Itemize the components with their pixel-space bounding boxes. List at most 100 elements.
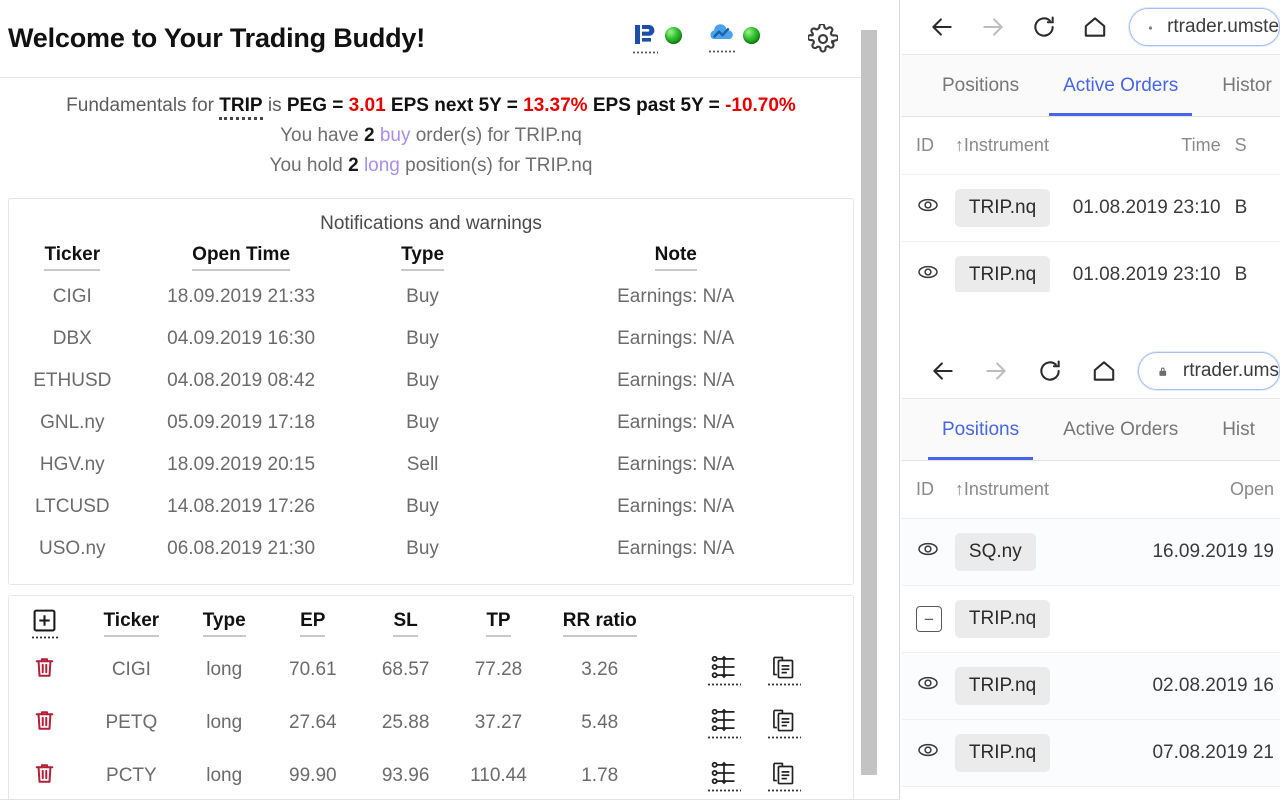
tab-active-orders-1[interactable]: Active Orders bbox=[1041, 55, 1200, 116]
tab-positions-1[interactable]: Positions bbox=[920, 55, 1041, 116]
row-expand-toggle[interactable] bbox=[902, 652, 955, 720]
delete-trade-button[interactable] bbox=[9, 749, 81, 799]
forward-button-1[interactable] bbox=[967, 7, 1018, 47]
home-button-2[interactable] bbox=[1077, 351, 1131, 391]
notification-row[interactable]: USO.ny 06.08.2019 21:30 Buy Earnings: N/A bbox=[9, 528, 853, 570]
table-row[interactable]: − TRIP.nq bbox=[902, 585, 1280, 653]
row-instrument[interactable]: TRIP.nq bbox=[954, 585, 1099, 653]
col-time-1[interactable]: Time bbox=[1068, 117, 1235, 175]
trade-sl: 68.57 bbox=[381, 658, 430, 680]
col-instrument-1[interactable]: ↑Instrument bbox=[954, 117, 1069, 175]
table-row[interactable]: TRIP.nq 07.08.2019 21 bbox=[902, 719, 1280, 787]
table-row[interactable]: TRIP.nq 01.08.2019 23:10 B bbox=[902, 241, 1280, 292]
table-row[interactable]: PETQ long 27.64 25.88 37.27 5.48 bbox=[9, 696, 853, 749]
forward-button-2[interactable] bbox=[970, 351, 1024, 391]
col-open-2[interactable]: Open bbox=[1098, 461, 1280, 519]
notification-ticker: DBX bbox=[52, 328, 92, 350]
copy-trade-button[interactable] bbox=[766, 653, 801, 687]
row-instrument[interactable]: TRIP.nq bbox=[954, 241, 1069, 292]
row-expand-toggle[interactable] bbox=[902, 174, 955, 242]
copy-underline bbox=[766, 789, 801, 793]
row-instrument[interactable]: TRIP.nq bbox=[954, 652, 1099, 720]
tab-positions-2[interactable]: Positions bbox=[920, 399, 1041, 460]
address-bar-2[interactable]: rtrader.ums bbox=[1138, 352, 1280, 390]
address-bar-1[interactable]: rtrader.umste bbox=[1129, 8, 1280, 46]
col-trade-rr[interactable]: RR ratio bbox=[545, 604, 655, 643]
tab-history-1[interactable]: Histor bbox=[1200, 55, 1280, 116]
extension-scrollbar[interactable] bbox=[861, 0, 877, 799]
col-type[interactable]: Type bbox=[347, 241, 499, 276]
reload-button-1[interactable] bbox=[1019, 7, 1070, 47]
col-trade-type[interactable]: Type bbox=[182, 604, 266, 643]
col-trade-ticker[interactable]: Ticker bbox=[81, 604, 182, 643]
copy-trade-button[interactable] bbox=[766, 706, 801, 740]
copy-trade-button[interactable] bbox=[766, 759, 801, 793]
notification-type: Buy bbox=[406, 286, 439, 308]
trade-ticker: CIGI bbox=[111, 658, 151, 680]
add-trade-button[interactable] bbox=[9, 604, 81, 643]
extension-scrollbar-thumb[interactable] bbox=[861, 30, 877, 775]
row-instrument[interactable]: SQ.ny bbox=[954, 518, 1099, 586]
notification-open-time: 18.09.2019 20:15 bbox=[167, 454, 316, 476]
levels-underline bbox=[706, 683, 741, 687]
col-id-1[interactable]: ID bbox=[902, 117, 955, 175]
reload-icon bbox=[1040, 360, 1060, 381]
table-row[interactable]: CIGI long 70.61 68.57 77.28 3.26 bbox=[9, 643, 853, 696]
trade-levels-button[interactable] bbox=[706, 759, 741, 793]
row-instrument[interactable]: TRIP.nq bbox=[954, 719, 1099, 787]
col-trade-sl[interactable]: SL bbox=[359, 604, 452, 643]
row-expand-toggle[interactable]: − bbox=[902, 786, 955, 800]
trash-icon bbox=[36, 657, 54, 677]
table-row[interactable]: −USO.ny bbox=[902, 786, 1280, 800]
fundamentals-ticker[interactable]: TRIP bbox=[219, 95, 263, 120]
fundamentals-is: is bbox=[267, 95, 282, 116]
peg-value: 3.01 bbox=[348, 95, 386, 116]
col-id-2[interactable]: ID bbox=[902, 461, 955, 519]
col-open-time[interactable]: Open Time bbox=[136, 241, 347, 276]
col-side-1[interactable]: S bbox=[1234, 117, 1280, 175]
row-expand-toggle[interactable]: − bbox=[902, 585, 955, 653]
home-button-1[interactable] bbox=[1070, 7, 1121, 47]
col-trade-ep[interactable]: EP bbox=[266, 604, 359, 643]
row-instrument[interactable]: USO.ny bbox=[954, 786, 1099, 800]
col-ticker[interactable]: Ticker bbox=[9, 241, 136, 276]
notification-note: Earnings: N/A bbox=[617, 454, 735, 476]
tab-history-2[interactable]: Hist bbox=[1200, 399, 1277, 460]
notification-note: Earnings: N/A bbox=[617, 370, 735, 392]
table-row[interactable]: TRIP.nq 01.08.2019 23:10 B bbox=[902, 174, 1280, 242]
trade-levels-button[interactable] bbox=[706, 653, 741, 687]
col-note[interactable]: Note bbox=[499, 241, 854, 276]
delete-trade-button[interactable] bbox=[9, 696, 81, 749]
col-instrument-2[interactable]: ↑Instrument bbox=[954, 461, 1099, 519]
row-expand-toggle[interactable] bbox=[902, 719, 955, 787]
active-orders-header-row: ID ↑Instrument Time S bbox=[902, 117, 1280, 175]
row-open-time bbox=[1098, 585, 1280, 653]
table-row[interactable]: TRIP.nq 02.08.2019 16 bbox=[902, 652, 1280, 720]
row-side: B bbox=[1234, 174, 1280, 242]
orders-prefix: You have bbox=[280, 124, 359, 146]
minus-icon[interactable]: − bbox=[916, 606, 942, 632]
row-expand-toggle[interactable] bbox=[902, 518, 955, 586]
notification-row[interactable]: HGV.ny 18.09.2019 20:15 Sell Earnings: N/A bbox=[9, 444, 853, 486]
notification-row[interactable]: LTCUSD 14.08.2019 17:26 Buy Earnings: N/A bbox=[9, 486, 853, 528]
tab-active-orders-2[interactable]: Active Orders bbox=[1041, 399, 1200, 460]
notification-row[interactable]: GNL.ny 05.09.2019 17:18 Buy Earnings: N/A bbox=[9, 402, 853, 444]
back-button-2[interactable] bbox=[916, 351, 970, 391]
table-row[interactable]: SQ.ny 16.09.2019 19 bbox=[902, 518, 1280, 586]
col-trade-tp[interactable]: TP bbox=[452, 604, 545, 643]
settings-button[interactable] bbox=[806, 22, 840, 56]
row-instrument[interactable]: TRIP.nq bbox=[954, 174, 1069, 242]
notification-open-time: 05.09.2019 17:18 bbox=[167, 412, 316, 434]
row-expand-toggle[interactable] bbox=[902, 241, 955, 292]
back-button-1[interactable] bbox=[916, 7, 967, 47]
notification-row[interactable]: ETHUSD 04.08.2019 08:42 Buy Earnings: N/A bbox=[9, 360, 853, 402]
table-row[interactable]: PCTY long 99.90 93.96 110.44 1.78 bbox=[9, 749, 853, 799]
notification-row[interactable]: CIGI 18.09.2019 21:33 Buy Earnings: N/A bbox=[9, 276, 853, 318]
notification-row[interactable]: DBX 04.09.2019 16:30 Buy Earnings: N/A bbox=[9, 318, 853, 360]
data-feed-indicator[interactable] bbox=[708, 23, 760, 54]
delete-trade-button[interactable] bbox=[9, 643, 81, 696]
trade-levels-button[interactable] bbox=[706, 706, 741, 740]
positions-prefix: You hold bbox=[269, 155, 343, 177]
reload-button-2[interactable] bbox=[1023, 351, 1077, 391]
broker-connection-indicator[interactable] bbox=[632, 22, 682, 55]
